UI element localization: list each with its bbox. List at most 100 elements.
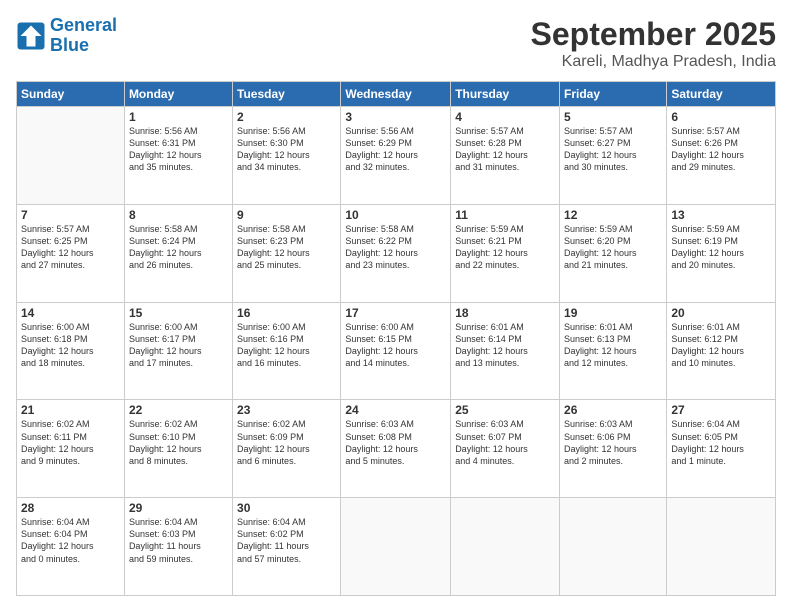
calendar-cell	[560, 498, 667, 596]
day-detail: Sunrise: 6:04 AM Sunset: 6:05 PM Dayligh…	[671, 418, 771, 467]
day-number: 3	[345, 110, 446, 124]
day-number: 13	[671, 208, 771, 222]
month-title: September 2025	[531, 16, 776, 53]
calendar-cell: 7Sunrise: 5:57 AM Sunset: 6:25 PM Daylig…	[17, 204, 125, 302]
day-detail: Sunrise: 6:01 AM Sunset: 6:13 PM Dayligh…	[564, 321, 662, 370]
day-number: 16	[237, 306, 336, 320]
weekday-header-cell: Saturday	[667, 82, 776, 107]
calendar-cell: 27Sunrise: 6:04 AM Sunset: 6:05 PM Dayli…	[667, 400, 776, 498]
day-number: 8	[129, 208, 228, 222]
calendar-cell: 8Sunrise: 5:58 AM Sunset: 6:24 PM Daylig…	[124, 204, 232, 302]
day-detail: Sunrise: 5:57 AM Sunset: 6:25 PM Dayligh…	[21, 223, 120, 272]
calendar-cell	[451, 498, 560, 596]
calendar-cell: 2Sunrise: 5:56 AM Sunset: 6:30 PM Daylig…	[233, 107, 341, 205]
weekday-header-cell: Thursday	[451, 82, 560, 107]
day-number: 11	[455, 208, 555, 222]
calendar-cell: 21Sunrise: 6:02 AM Sunset: 6:11 PM Dayli…	[17, 400, 125, 498]
calendar-cell: 10Sunrise: 5:58 AM Sunset: 6:22 PM Dayli…	[341, 204, 451, 302]
day-detail: Sunrise: 5:56 AM Sunset: 6:30 PM Dayligh…	[237, 125, 336, 174]
day-number: 21	[21, 403, 120, 417]
calendar-cell: 23Sunrise: 6:02 AM Sunset: 6:09 PM Dayli…	[233, 400, 341, 498]
day-detail: Sunrise: 5:58 AM Sunset: 6:23 PM Dayligh…	[237, 223, 336, 272]
calendar-cell: 3Sunrise: 5:56 AM Sunset: 6:29 PM Daylig…	[341, 107, 451, 205]
day-detail: Sunrise: 6:03 AM Sunset: 6:06 PM Dayligh…	[564, 418, 662, 467]
calendar-week-row: 28Sunrise: 6:04 AM Sunset: 6:04 PM Dayli…	[17, 498, 776, 596]
calendar-week-row: 21Sunrise: 6:02 AM Sunset: 6:11 PM Dayli…	[17, 400, 776, 498]
day-number: 26	[564, 403, 662, 417]
calendar-cell: 28Sunrise: 6:04 AM Sunset: 6:04 PM Dayli…	[17, 498, 125, 596]
calendar-cell: 18Sunrise: 6:01 AM Sunset: 6:14 PM Dayli…	[451, 302, 560, 400]
day-detail: Sunrise: 6:04 AM Sunset: 6:03 PM Dayligh…	[129, 516, 228, 565]
day-detail: Sunrise: 6:03 AM Sunset: 6:08 PM Dayligh…	[345, 418, 446, 467]
day-detail: Sunrise: 6:01 AM Sunset: 6:14 PM Dayligh…	[455, 321, 555, 370]
calendar-cell: 14Sunrise: 6:00 AM Sunset: 6:18 PM Dayli…	[17, 302, 125, 400]
day-detail: Sunrise: 6:00 AM Sunset: 6:16 PM Dayligh…	[237, 321, 336, 370]
day-number: 22	[129, 403, 228, 417]
weekday-header-cell: Tuesday	[233, 82, 341, 107]
calendar-cell: 26Sunrise: 6:03 AM Sunset: 6:06 PM Dayli…	[560, 400, 667, 498]
day-number: 24	[345, 403, 446, 417]
calendar-cell: 20Sunrise: 6:01 AM Sunset: 6:12 PM Dayli…	[667, 302, 776, 400]
page: General Blue September 2025 Kareli, Madh…	[0, 0, 792, 612]
location-title: Kareli, Madhya Pradesh, India	[531, 53, 776, 71]
weekday-header: SundayMondayTuesdayWednesdayThursdayFrid…	[17, 82, 776, 107]
day-detail: Sunrise: 6:04 AM Sunset: 6:02 PM Dayligh…	[237, 516, 336, 565]
logo: General Blue	[16, 16, 117, 56]
logo-icon	[16, 21, 46, 51]
title-block: September 2025 Kareli, Madhya Pradesh, I…	[531, 16, 776, 71]
day-number: 7	[21, 208, 120, 222]
weekday-header-cell: Monday	[124, 82, 232, 107]
day-number: 5	[564, 110, 662, 124]
day-detail: Sunrise: 5:57 AM Sunset: 6:26 PM Dayligh…	[671, 125, 771, 174]
weekday-header-cell: Sunday	[17, 82, 125, 107]
calendar-cell: 1Sunrise: 5:56 AM Sunset: 6:31 PM Daylig…	[124, 107, 232, 205]
day-detail: Sunrise: 5:59 AM Sunset: 6:20 PM Dayligh…	[564, 223, 662, 272]
calendar-week-row: 1Sunrise: 5:56 AM Sunset: 6:31 PM Daylig…	[17, 107, 776, 205]
calendar-cell: 22Sunrise: 6:02 AM Sunset: 6:10 PM Dayli…	[124, 400, 232, 498]
day-number: 20	[671, 306, 771, 320]
day-number: 23	[237, 403, 336, 417]
day-detail: Sunrise: 6:00 AM Sunset: 6:17 PM Dayligh…	[129, 321, 228, 370]
day-number: 1	[129, 110, 228, 124]
day-detail: Sunrise: 5:56 AM Sunset: 6:29 PM Dayligh…	[345, 125, 446, 174]
calendar-cell: 6Sunrise: 5:57 AM Sunset: 6:26 PM Daylig…	[667, 107, 776, 205]
day-number: 12	[564, 208, 662, 222]
day-detail: Sunrise: 6:03 AM Sunset: 6:07 PM Dayligh…	[455, 418, 555, 467]
calendar-cell: 29Sunrise: 6:04 AM Sunset: 6:03 PM Dayli…	[124, 498, 232, 596]
calendar-body: 1Sunrise: 5:56 AM Sunset: 6:31 PM Daylig…	[17, 107, 776, 596]
day-detail: Sunrise: 5:58 AM Sunset: 6:22 PM Dayligh…	[345, 223, 446, 272]
logo-text: General Blue	[50, 16, 117, 56]
day-number: 25	[455, 403, 555, 417]
logo-line2: Blue	[50, 35, 89, 55]
day-number: 30	[237, 501, 336, 515]
calendar-cell	[667, 498, 776, 596]
day-detail: Sunrise: 6:02 AM Sunset: 6:11 PM Dayligh…	[21, 418, 120, 467]
day-detail: Sunrise: 5:56 AM Sunset: 6:31 PM Dayligh…	[129, 125, 228, 174]
calendar-cell: 19Sunrise: 6:01 AM Sunset: 6:13 PM Dayli…	[560, 302, 667, 400]
calendar-cell: 24Sunrise: 6:03 AM Sunset: 6:08 PM Dayli…	[341, 400, 451, 498]
day-detail: Sunrise: 6:04 AM Sunset: 6:04 PM Dayligh…	[21, 516, 120, 565]
day-number: 19	[564, 306, 662, 320]
calendar-cell: 13Sunrise: 5:59 AM Sunset: 6:19 PM Dayli…	[667, 204, 776, 302]
calendar-cell	[341, 498, 451, 596]
day-number: 28	[21, 501, 120, 515]
calendar-week-row: 14Sunrise: 6:00 AM Sunset: 6:18 PM Dayli…	[17, 302, 776, 400]
day-detail: Sunrise: 5:58 AM Sunset: 6:24 PM Dayligh…	[129, 223, 228, 272]
day-detail: Sunrise: 6:02 AM Sunset: 6:09 PM Dayligh…	[237, 418, 336, 467]
day-detail: Sunrise: 6:01 AM Sunset: 6:12 PM Dayligh…	[671, 321, 771, 370]
calendar-cell: 4Sunrise: 5:57 AM Sunset: 6:28 PM Daylig…	[451, 107, 560, 205]
day-number: 10	[345, 208, 446, 222]
day-number: 27	[671, 403, 771, 417]
day-number: 18	[455, 306, 555, 320]
day-detail: Sunrise: 5:57 AM Sunset: 6:27 PM Dayligh…	[564, 125, 662, 174]
calendar-cell: 17Sunrise: 6:00 AM Sunset: 6:15 PM Dayli…	[341, 302, 451, 400]
day-number: 29	[129, 501, 228, 515]
day-detail: Sunrise: 6:00 AM Sunset: 6:18 PM Dayligh…	[21, 321, 120, 370]
calendar-cell: 5Sunrise: 5:57 AM Sunset: 6:27 PM Daylig…	[560, 107, 667, 205]
calendar-cell: 25Sunrise: 6:03 AM Sunset: 6:07 PM Dayli…	[451, 400, 560, 498]
day-number: 17	[345, 306, 446, 320]
header: General Blue September 2025 Kareli, Madh…	[16, 16, 776, 71]
calendar-week-row: 7Sunrise: 5:57 AM Sunset: 6:25 PM Daylig…	[17, 204, 776, 302]
calendar-table: SundayMondayTuesdayWednesdayThursdayFrid…	[16, 81, 776, 596]
calendar-cell: 9Sunrise: 5:58 AM Sunset: 6:23 PM Daylig…	[233, 204, 341, 302]
